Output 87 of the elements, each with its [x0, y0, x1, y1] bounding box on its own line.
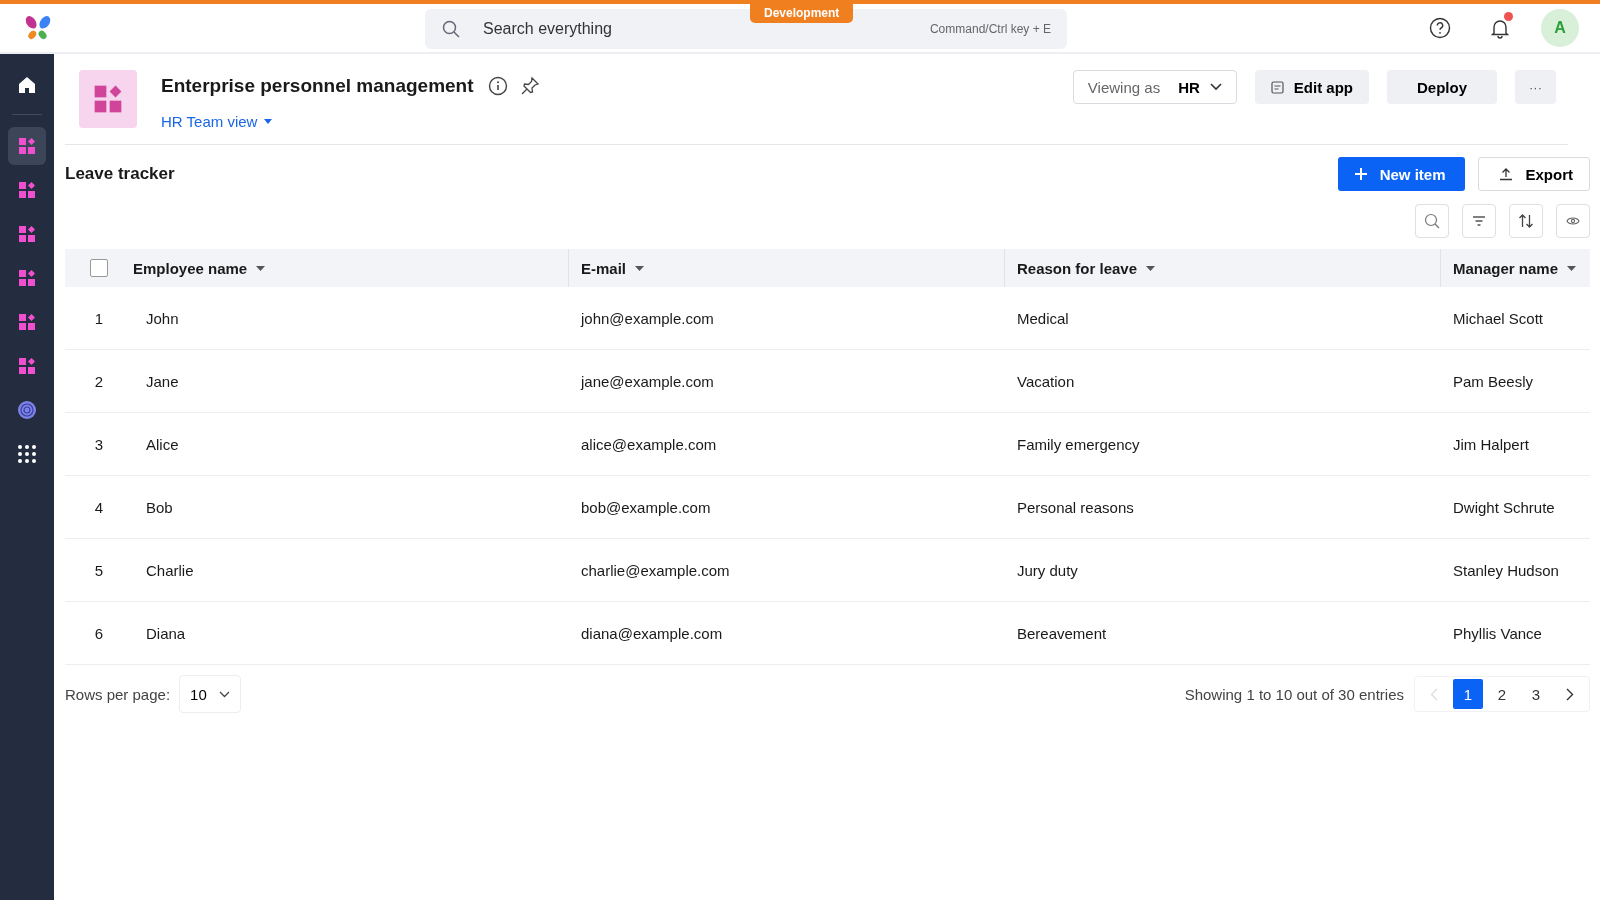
page-button[interactable]: 2	[1487, 679, 1517, 709]
chevron-left-icon	[1430, 687, 1438, 701]
filter-icon	[1472, 215, 1486, 227]
column-header[interactable]: Employee name	[133, 249, 568, 287]
column-header[interactable]: Manager name	[1440, 249, 1590, 287]
table-cell-text: Michael Scott	[1452, 309, 1545, 327]
deploy-button[interactable]: Deploy	[1387, 70, 1497, 104]
caret-icon	[635, 265, 644, 271]
plus-icon	[1353, 167, 1368, 181]
sort-arrows-icon	[1518, 214, 1534, 228]
table-cell-text: Personal reasons	[1016, 498, 1135, 516]
visibility-button[interactable]	[1556, 204, 1590, 238]
export-button[interactable]: Export	[1478, 157, 1590, 191]
table-cell-text: Phyllis Vance	[1452, 624, 1543, 642]
column-header[interactable]: Reason for leave	[1004, 249, 1440, 287]
row-number: 6	[94, 624, 104, 642]
environment-badge: Development	[750, 4, 854, 23]
rows-per-page-label: Rows per page:	[65, 685, 171, 703]
search-icon	[1424, 213, 1440, 229]
help-icon	[1429, 17, 1451, 39]
app-icon	[18, 357, 36, 375]
app-icon	[18, 313, 36, 331]
eye-icon	[1566, 216, 1580, 226]
select-all-checkbox[interactable]	[90, 259, 108, 277]
table-cell-text: charlie@example.com	[580, 561, 731, 579]
home-icon	[17, 75, 37, 95]
table-cell-text: Dwight Schrute	[1452, 498, 1556, 516]
app-icon	[18, 181, 36, 199]
app-title: Enterprise personnel management	[161, 75, 474, 97]
page-button[interactable]: 3	[1521, 679, 1551, 709]
view-selector[interactable]: HR Team view	[161, 113, 274, 130]
table-cell-text: Jane	[145, 372, 180, 390]
app-icon	[18, 225, 36, 243]
caret-icon	[1146, 265, 1156, 271]
rows-per-page-dropdown[interactable]: 10	[179, 675, 241, 713]
table-cell-text: Vacation	[1016, 372, 1076, 390]
chevron-right-icon	[1566, 687, 1574, 701]
table-cell-text: Stanley Hudson	[1452, 561, 1560, 579]
info-icon[interactable]	[487, 76, 508, 96]
table-cell-text: John	[145, 309, 180, 327]
section-title: Leave tracker	[65, 164, 175, 184]
table-cell-text: Bereavement	[1016, 624, 1108, 642]
filter-button[interactable]	[1462, 204, 1496, 238]
column-header[interactable]: E-mail	[568, 249, 1004, 287]
table-cell-text: jane@example.com	[579, 372, 715, 390]
table-cell-text: alice@example.com	[580, 435, 718, 453]
viewing-as-dropdown[interactable]: Viewing as HR	[1072, 70, 1237, 104]
row-number: 3	[94, 435, 104, 453]
search-icon	[441, 19, 461, 39]
table-cell-text: Jim Halpert	[1452, 435, 1530, 453]
search-button[interactable]	[1415, 204, 1449, 238]
table-cell-text: Alice	[145, 435, 180, 453]
row-number: 4	[94, 498, 104, 516]
table-cell-text: diana@example.com	[580, 624, 724, 642]
bell-icon	[1489, 17, 1511, 39]
row-number: 1	[94, 309, 104, 327]
table-cell-text: Diana	[145, 624, 187, 642]
shortcut-hint: Command/Ctrl key + E	[929, 22, 1051, 36]
caret-icon	[1567, 265, 1577, 271]
chevron-down-icon	[218, 690, 230, 698]
chevron-down-icon	[1209, 83, 1222, 91]
edit-app-button[interactable]: Edit app	[1254, 70, 1369, 104]
entries-summary: Showing 1 to 10 out of 30 entries	[1184, 685, 1404, 703]
table-cell-text: Family emergency	[1016, 435, 1141, 453]
upload-icon	[1499, 167, 1514, 181]
document-icon	[1270, 80, 1284, 94]
page-button[interactable]: 1	[1453, 679, 1483, 709]
caret-icon	[256, 265, 266, 271]
table-cell-text: Medical	[1016, 309, 1070, 327]
table-cell-text: Jury duty	[1016, 561, 1079, 579]
table-cell-text: Bob	[145, 498, 174, 516]
caret-icon	[263, 118, 274, 125]
app-icon	[18, 269, 36, 287]
row-number: 5	[94, 561, 104, 579]
table-cell-text: Pam Beesly	[1452, 372, 1535, 390]
target-icon	[17, 400, 37, 420]
more-button[interactable]: ···	[1515, 70, 1556, 104]
apps-grid-icon	[18, 445, 36, 463]
app-icon	[93, 84, 123, 114]
pin-icon[interactable]	[519, 76, 540, 96]
table-cell-text: bob@example.com	[580, 498, 712, 516]
row-number: 2	[94, 372, 104, 390]
sort-button[interactable]	[1509, 204, 1543, 238]
table-cell-text: john@example.com	[579, 309, 715, 327]
app-icon	[18, 137, 36, 155]
table-cell-text: Charlie	[145, 561, 195, 579]
new-item-button[interactable]: New item	[1337, 157, 1466, 191]
